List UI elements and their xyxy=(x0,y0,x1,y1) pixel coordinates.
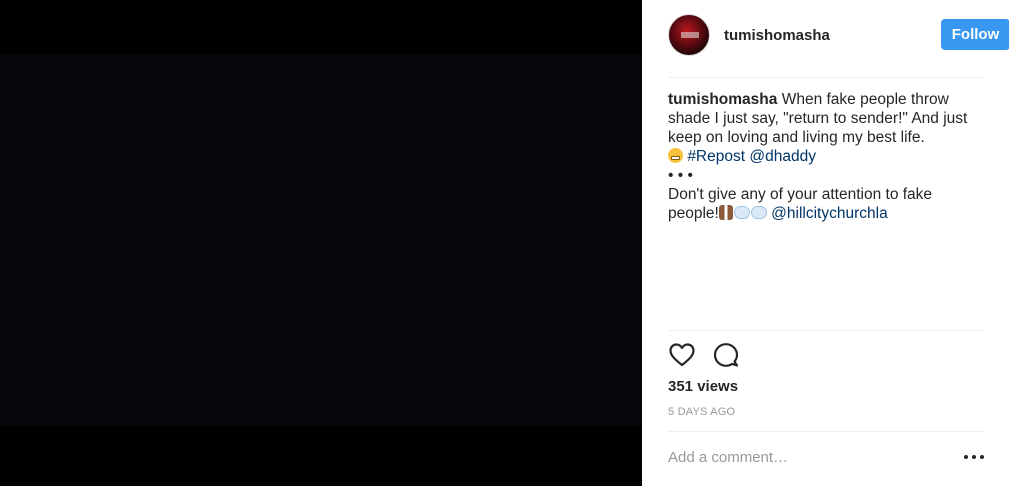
comment-divider xyxy=(668,431,984,432)
heart-icon xyxy=(669,343,695,367)
post-side-panel: tumishomasha Follow tumishomasha When fa… xyxy=(642,0,1009,486)
comment-button[interactable] xyxy=(712,342,740,368)
comment-icon xyxy=(713,343,739,367)
post-actions xyxy=(668,342,756,368)
post-caption: tumishomasha When fake people throw shad… xyxy=(668,90,984,223)
comment-input[interactable] xyxy=(668,445,948,469)
views-count[interactable]: 351 views xyxy=(668,378,738,395)
more-options-dot xyxy=(980,455,984,459)
more-options-button[interactable] xyxy=(964,448,984,466)
avatar-logo xyxy=(681,32,699,38)
post-header: tumishomasha Follow xyxy=(668,12,1009,58)
caption-username[interactable]: tumishomasha xyxy=(668,91,777,108)
post-media[interactable] xyxy=(0,0,642,486)
caption-dots: • • • xyxy=(668,167,693,184)
post-video-frame xyxy=(0,54,642,426)
raised-hands-emoji-icon xyxy=(718,205,733,220)
grinning-face-emoji-icon xyxy=(668,148,683,163)
actions-divider xyxy=(668,330,984,331)
mention-dhaddy-link[interactable]: @dhaddy xyxy=(749,148,816,165)
header-username[interactable]: tumishomasha xyxy=(724,27,830,44)
more-options-icon xyxy=(964,455,968,459)
post-viewer: tumishomasha Follow tumishomasha When fa… xyxy=(0,0,1009,486)
dash-emoji-icon xyxy=(750,206,767,219)
mention-hillcitychurchla-link[interactable]: @hillcitychurchla xyxy=(771,205,888,222)
hashtag-repost-link[interactable]: #Repost xyxy=(687,148,745,165)
post-timestamp[interactable]: 5 DAYS AGO xyxy=(668,406,735,418)
more-options-dot xyxy=(972,455,976,459)
header-divider xyxy=(668,77,984,78)
like-button[interactable] xyxy=(668,342,696,368)
follow-button[interactable]: Follow xyxy=(941,19,1009,50)
avatar[interactable] xyxy=(668,14,710,56)
dash-emoji-icon xyxy=(733,206,750,219)
